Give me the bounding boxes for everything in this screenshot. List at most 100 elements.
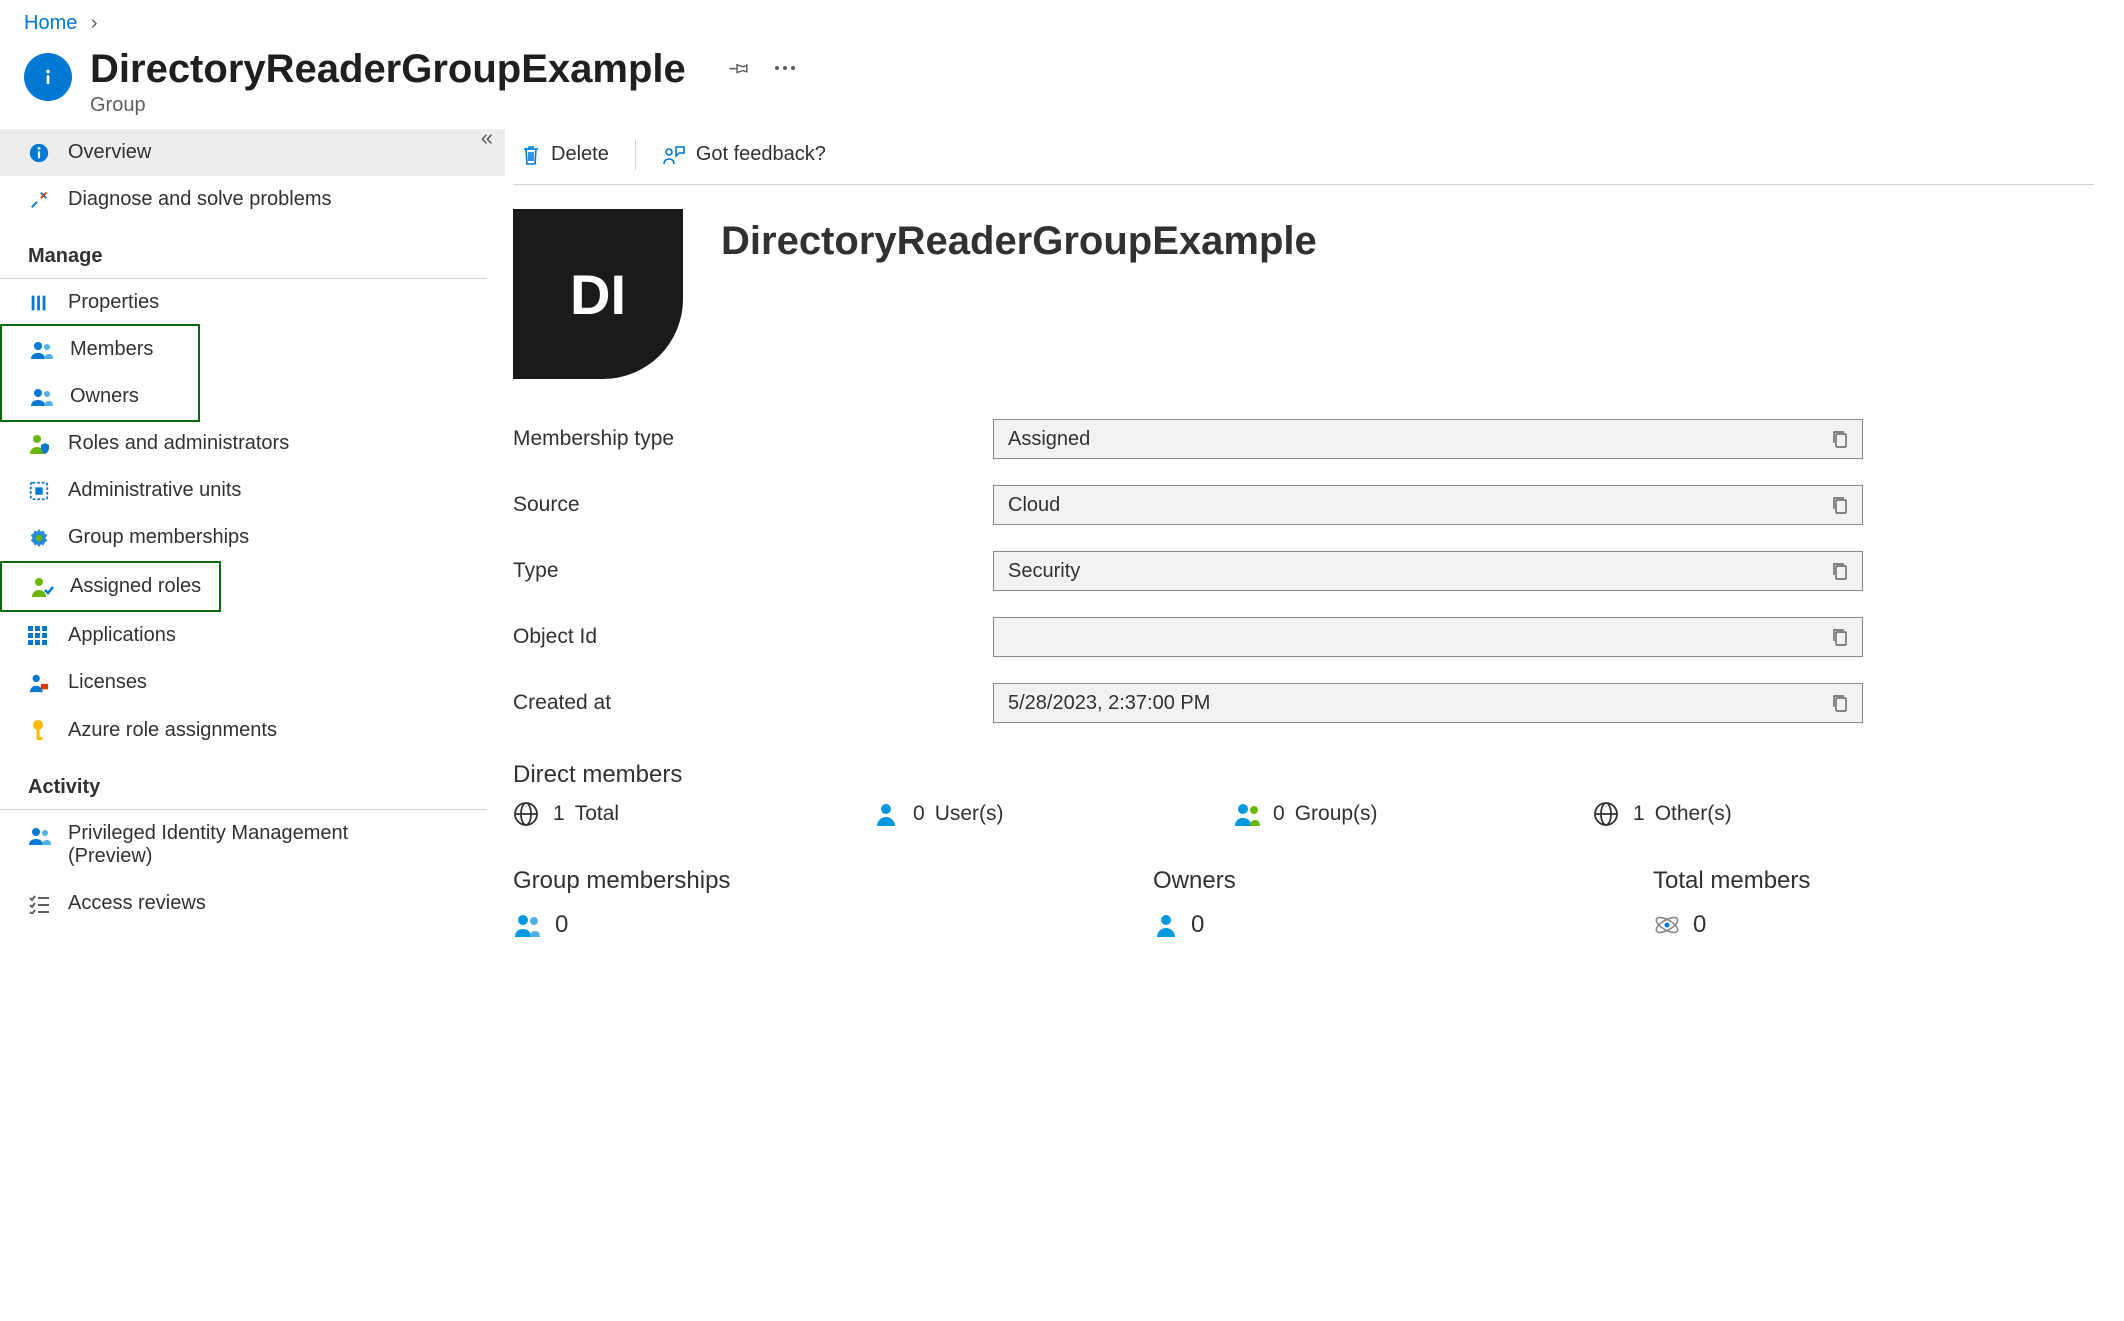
key-icon: [28, 718, 54, 742]
sidebar-item-azure-role-assignments[interactable]: Azure role assignments: [0, 706, 505, 754]
feedback-button[interactable]: Got feedback?: [654, 139, 834, 170]
sidebar-item-owners[interactable]: Owners: [2, 373, 198, 420]
pin-button[interactable]: [728, 57, 750, 79]
sidebar-item-roles-admins[interactable]: Roles and administrators: [0, 420, 505, 467]
more-button[interactable]: [774, 65, 796, 71]
info-circle-icon: [24, 53, 72, 101]
sidebar-item-label: Properties: [68, 291, 159, 314]
sidebar-item-applications[interactable]: Applications: [0, 612, 505, 659]
feedback-label: Got feedback?: [696, 143, 826, 166]
sliders-icon: [28, 292, 54, 314]
stat-count: 1: [1633, 802, 1645, 826]
sidebar-item-diagnose[interactable]: Diagnose and solve problems: [0, 176, 505, 223]
sidebar-item-label: Overview: [68, 141, 151, 164]
field-value[interactable]: Security: [993, 551, 1863, 591]
highlight-assigned-roles: Assigned roles: [0, 561, 221, 612]
person-feedback-icon: [662, 144, 686, 166]
separator: [635, 140, 636, 170]
sidebar: « Overview Diagnose and solve problems M…: [0, 129, 505, 979]
value-text: Assigned: [1008, 428, 1090, 451]
field-value[interactable]: Cloud: [993, 485, 1863, 525]
field-value[interactable]: Assigned: [993, 419, 1863, 459]
sidebar-item-label: Assigned roles: [70, 575, 201, 598]
section-title: Owners: [1153, 867, 1653, 895]
field-membership-type: Membership type Assigned: [513, 419, 2124, 459]
stat-label: Other(s): [1655, 802, 1732, 826]
field-source: Source Cloud: [513, 485, 2124, 525]
copy-icon[interactable]: [1832, 430, 1848, 448]
collapse-sidebar-button[interactable]: «: [481, 125, 493, 151]
field-created-at: Created at 5/28/2023, 2:37:00 PM: [513, 683, 2124, 723]
stat-count: 0: [1273, 802, 1285, 826]
people-icon: [513, 912, 543, 938]
person-tag-icon: [28, 672, 54, 694]
atom-icon: [1653, 911, 1681, 939]
field-label: Created at: [513, 691, 993, 715]
field-value[interactable]: 5/28/2023, 2:37:00 PM: [993, 683, 1863, 723]
trash-icon: [521, 144, 541, 166]
sidebar-item-label: Privileged Identity Management (Preview): [68, 822, 438, 868]
sidebar-item-label: Group memberships: [68, 526, 249, 549]
globe-icon: [513, 801, 543, 827]
delete-label: Delete: [551, 143, 609, 166]
info-icon: [28, 142, 54, 164]
person-shield-icon: [28, 433, 54, 455]
sidebar-item-label: Administrative units: [68, 479, 241, 502]
tools-icon: [28, 189, 54, 211]
field-label: Membership type: [513, 427, 993, 451]
value-text: Security: [1008, 560, 1080, 583]
sidebar-item-overview[interactable]: Overview: [0, 129, 505, 176]
globe-icon: [1593, 801, 1623, 827]
sidebar-item-access-reviews[interactable]: Access reviews: [0, 880, 505, 927]
sidebar-item-assigned-roles[interactable]: Assigned roles: [2, 563, 209, 610]
sidebar-item-label: Diagnose and solve problems: [68, 188, 332, 211]
sidebar-section-activity: Activity: [0, 754, 487, 810]
summary-triple: Group memberships 0 Owners 0 T: [513, 867, 2124, 939]
breadcrumb: Home ›: [0, 0, 2124, 41]
sidebar-item-label: Roles and administrators: [68, 432, 289, 455]
page-header: DirectoryReaderGroupExample Group: [0, 41, 2124, 129]
sidebar-item-label: Applications: [68, 624, 176, 647]
owners-summary: Owners 0: [1153, 867, 1653, 939]
field-value[interactable]: [993, 617, 1863, 657]
sidebar-item-label: Licenses: [68, 671, 147, 694]
stat-users: 0 User(s): [873, 801, 1233, 827]
total-members-summary: Total members 0: [1653, 867, 2124, 939]
sidebar-item-label: Owners: [70, 385, 139, 408]
stat-total: 1 Total: [513, 801, 873, 827]
sidebar-item-pim[interactable]: Privileged Identity Management (Preview): [0, 810, 505, 880]
section-title: Group memberships: [513, 867, 1153, 895]
delete-button[interactable]: Delete: [513, 139, 617, 170]
field-label: Source: [513, 493, 993, 517]
checklist-icon: [28, 894, 54, 914]
stat-others: 1 Other(s): [1593, 801, 1732, 827]
copy-icon[interactable]: [1832, 694, 1848, 712]
toolbar: Delete Got feedback?: [513, 129, 2094, 185]
sidebar-item-properties[interactable]: Properties: [0, 279, 505, 326]
sidebar-item-group-memberships[interactable]: Group memberships: [0, 514, 505, 561]
copy-icon[interactable]: [1832, 496, 1848, 514]
sidebar-item-admin-units[interactable]: Administrative units: [0, 467, 505, 514]
stat-count: 0: [1191, 911, 1204, 939]
stat-count: 1: [553, 802, 565, 826]
copy-icon[interactable]: [1832, 628, 1848, 646]
stat-label: User(s): [935, 802, 1004, 826]
direct-members-title: Direct members: [513, 761, 2124, 789]
grid-icon: [28, 626, 54, 646]
people-icon: [28, 826, 54, 846]
breadcrumb-home[interactable]: Home: [24, 12, 77, 34]
sidebar-item-members[interactable]: Members: [2, 326, 198, 373]
person-check-icon: [30, 576, 56, 598]
sidebar-item-label: Members: [70, 338, 153, 361]
sidebar-item-licenses[interactable]: Licenses: [0, 659, 505, 706]
person-icon: [1153, 912, 1179, 938]
stat-count: 0: [913, 802, 925, 826]
field-label: Object Id: [513, 625, 993, 649]
value-text: 5/28/2023, 2:37:00 PM: [1008, 692, 1210, 715]
copy-icon[interactable]: [1832, 562, 1848, 580]
stat-label: Total: [575, 802, 619, 826]
field-object-id: Object Id: [513, 617, 2124, 657]
stat-groups: 0 Group(s): [1233, 801, 1593, 827]
field-type: Type Security: [513, 551, 2124, 591]
stat-count: 0: [1693, 911, 1706, 939]
